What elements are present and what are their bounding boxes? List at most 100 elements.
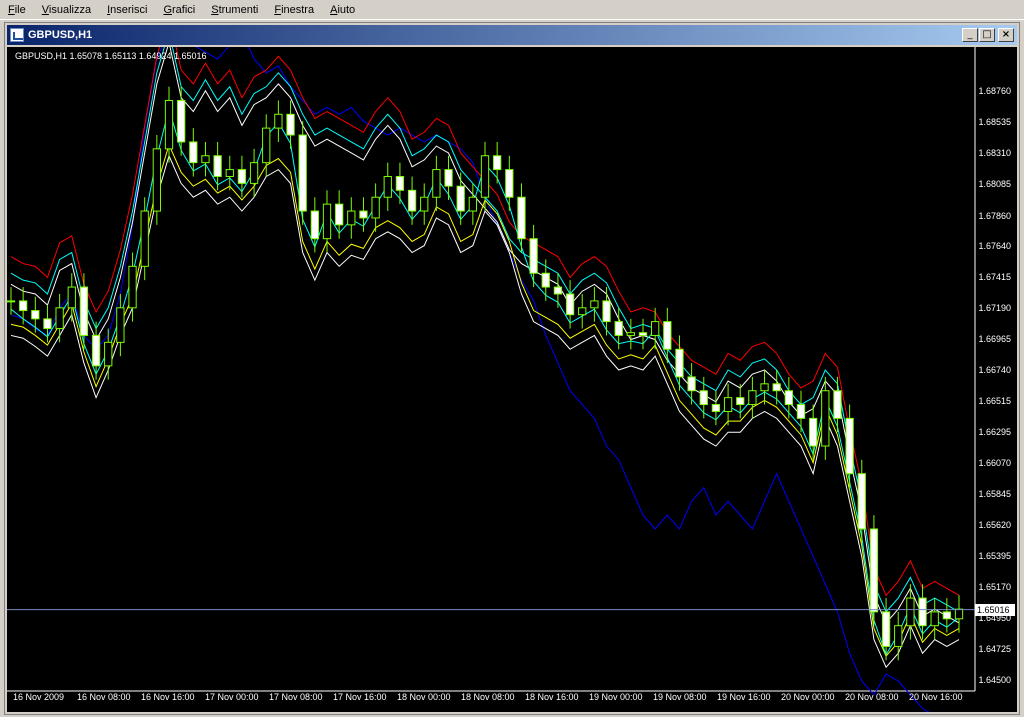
close-button[interactable]: ×	[998, 28, 1014, 42]
candle-body	[371, 196, 380, 219]
y-tick-label: 1.65620	[978, 520, 1011, 531]
candle-body	[699, 390, 708, 406]
candle-body	[79, 286, 89, 336]
menu-file[interactable]: File	[0, 0, 34, 20]
x-tick-label: 17 Nov 08:00	[269, 692, 323, 702]
x-tick-label: 16 Nov 08:00	[77, 692, 131, 702]
candle-body	[359, 210, 368, 219]
y-tick-label: 1.64500	[978, 675, 1011, 685]
y-tick-label: 1.64725	[978, 643, 1011, 654]
candle-body	[225, 169, 234, 177]
y-tick-label: 1.67860	[978, 210, 1011, 221]
candle-body	[918, 597, 927, 627]
x-tick-label: 20 Nov 16:00	[909, 692, 963, 702]
candle-body	[894, 625, 903, 647]
candle-body	[711, 404, 721, 412]
candle-body	[55, 307, 64, 330]
candle-body	[152, 148, 161, 212]
y-tick-label: 1.65845	[978, 489, 1011, 500]
x-tick-label: 16 Nov 2009	[13, 692, 65, 702]
chart-window: GBPUSD,H1 _ □ × GBPUSD,H1 1.65078 1.6511…	[4, 22, 1020, 715]
candle-body	[663, 321, 672, 350]
candle-body	[845, 417, 854, 475]
candle-body	[395, 175, 405, 191]
y-tick-label: 1.68085	[978, 179, 1011, 190]
minimize-button[interactable]: _	[962, 28, 978, 42]
candle-body	[420, 196, 429, 212]
candle-body	[128, 265, 137, 309]
candle-body	[213, 155, 222, 177]
candle-body	[857, 473, 866, 530]
candle-body	[942, 611, 951, 620]
candle-body	[347, 210, 356, 226]
candle-body	[116, 307, 125, 343]
menu-strumenti[interactable]: Strumenti	[203, 0, 266, 20]
y-tick-label: 1.68310	[978, 148, 1011, 159]
x-tick-label: 18 Nov 08:00	[461, 692, 515, 702]
x-tick-label: 19 Nov 16:00	[717, 692, 771, 702]
candle-body	[432, 169, 441, 198]
candle-body	[456, 185, 465, 212]
candle-body	[67, 286, 76, 309]
x-tick-label: 17 Nov 16:00	[333, 692, 387, 702]
candle-body	[687, 376, 696, 392]
candle-body	[748, 390, 757, 406]
candle-body	[164, 99, 174, 150]
candle-body	[91, 334, 101, 367]
candle-body	[602, 300, 611, 323]
candle-body	[565, 293, 575, 316]
menu-aiuto[interactable]: Aiuto	[322, 0, 363, 20]
candle-body	[517, 196, 526, 240]
menu-grafici[interactable]: Grafici	[155, 0, 203, 20]
candle-body	[723, 397, 733, 412]
maximize-button[interactable]: □	[979, 28, 995, 42]
candle-body	[675, 348, 684, 378]
candle-body	[821, 390, 830, 447]
candle-body	[881, 611, 891, 647]
candle-body	[796, 404, 806, 419]
candle-body	[930, 611, 939, 627]
chart-window-icon	[10, 28, 24, 42]
candle-body	[614, 321, 623, 336]
x-tick-label: 19 Nov 08:00	[653, 692, 707, 702]
candle-body	[772, 383, 781, 392]
candle-body	[407, 189, 417, 212]
menu-finestra[interactable]: Finestra	[266, 0, 322, 20]
x-tick-label: 16 Nov 16:00	[141, 692, 195, 702]
y-tick-label: 1.66295	[978, 426, 1011, 437]
candle-body	[383, 175, 392, 198]
menu-inserisci[interactable]: Inserisci	[99, 0, 155, 20]
y-tick-label: 1.66740	[978, 365, 1011, 376]
candle-body	[177, 99, 186, 143]
candle-body	[651, 321, 660, 336]
candle-body	[760, 383, 769, 392]
candle-body	[7, 300, 16, 303]
candle-body	[578, 307, 587, 316]
candle-body	[274, 113, 283, 129]
candle-body	[322, 203, 332, 240]
y-tick-label: 1.65170	[978, 582, 1011, 593]
window-controls: _ □ ×	[962, 28, 1014, 42]
y-tick-label: 1.65395	[978, 551, 1011, 562]
candle-body	[262, 127, 271, 164]
y-tick-label: 1.68535	[978, 117, 1011, 128]
candle-body	[906, 597, 915, 627]
candle-body	[833, 390, 842, 419]
candle-body	[529, 238, 538, 274]
candle-body	[19, 300, 28, 312]
candle-body	[638, 332, 648, 336]
window-title: GBPUSD,H1	[28, 29, 93, 41]
candle-body	[626, 332, 635, 336]
y-tick-label: 1.68760	[978, 86, 1011, 97]
candle-body	[954, 608, 964, 620]
window-titlebar[interactable]: GBPUSD,H1 _ □ ×	[7, 25, 1017, 45]
candle-body	[31, 310, 40, 320]
candle-body	[736, 397, 745, 406]
price-chart[interactable]	[7, 47, 1017, 712]
x-tick-label: 18 Nov 16:00	[525, 692, 579, 702]
chart-area[interactable]: GBPUSD,H1 1.65078 1.65113 1.64924 1.6501…	[7, 47, 1017, 712]
y-tick-label: 1.67640	[978, 240, 1011, 251]
y-tick-label: 1.67415	[978, 272, 1011, 283]
menu-visualizza[interactable]: Visualizza	[34, 0, 99, 20]
x-tick-label: 19 Nov 00:00	[589, 692, 643, 702]
